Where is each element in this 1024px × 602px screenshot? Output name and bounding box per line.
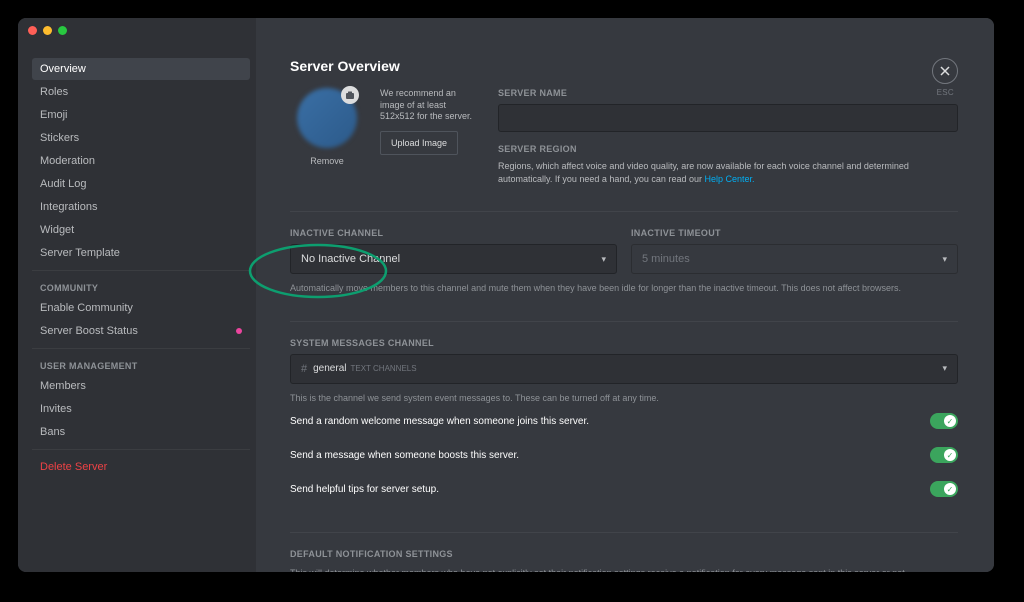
toggle-welcome-message[interactable]: ✓ xyxy=(930,413,958,429)
check-icon: ✓ xyxy=(947,417,954,426)
sidebar-item-delete-server[interactable]: Delete Server xyxy=(32,456,250,478)
section-divider xyxy=(290,211,958,212)
check-icon: ✓ xyxy=(947,451,954,460)
sidebar-section-user-management: USER MANAGEMENT xyxy=(32,355,250,375)
hash-icon: # xyxy=(301,363,307,375)
sidebar-divider xyxy=(32,449,250,450)
settings-sidebar: Overview Roles Emoji Stickers Moderation… xyxy=(18,18,256,572)
sidebar-item-roles[interactable]: Roles xyxy=(32,81,250,103)
notifications-label: DEFAULT NOTIFICATION SETTINGS xyxy=(290,549,958,559)
sidebar-item-moderation[interactable]: Moderation xyxy=(32,150,250,172)
inactive-channel-select[interactable]: No Inactive Channel ▾ xyxy=(290,244,617,274)
close-icon xyxy=(939,65,951,77)
system-messages-label: SYSTEM MESSAGES CHANNEL xyxy=(290,338,958,348)
sidebar-item-members[interactable]: Members xyxy=(32,375,250,397)
inactive-helper: Automatically move members to this chann… xyxy=(290,282,958,295)
upload-avatar-icon[interactable] xyxy=(341,86,359,104)
sidebar-divider xyxy=(32,270,250,271)
server-name-input[interactable] xyxy=(498,104,958,132)
inactive-timeout-label: INACTIVE TIMEOUT xyxy=(631,228,958,238)
sidebar-item-server-boost[interactable]: Server Boost Status xyxy=(32,320,250,342)
sidebar-item-emoji[interactable]: Emoji xyxy=(32,104,250,126)
upload-recommendation: We recommend an image of at least 512x51… xyxy=(380,88,482,123)
chevron-down-icon: ▾ xyxy=(601,254,606,265)
inactive-timeout-select[interactable]: 5 minutes ▾ xyxy=(631,244,958,274)
boost-badge-icon xyxy=(236,328,242,334)
toggle-label-welcome: Send a random welcome message when someo… xyxy=(290,416,589,427)
sidebar-item-overview[interactable]: Overview xyxy=(32,58,250,80)
page-title: Server Overview xyxy=(290,58,958,74)
sidebar-divider xyxy=(32,348,250,349)
section-divider xyxy=(290,321,958,322)
chevron-down-icon: ▾ xyxy=(942,363,947,374)
toggle-label-boost: Send a message when someone boosts this … xyxy=(290,450,519,461)
close-button[interactable] xyxy=(932,58,958,84)
upload-image-button[interactable]: Upload Image xyxy=(380,131,458,155)
close-window-icon[interactable] xyxy=(28,26,37,35)
toggle-boost-message[interactable]: ✓ xyxy=(930,447,958,463)
toggle-label-tips: Send helpful tips for server setup. xyxy=(290,484,439,495)
minimize-window-icon[interactable] xyxy=(43,26,52,35)
sidebar-item-invites[interactable]: Invites xyxy=(32,398,250,420)
sidebar-item-stickers[interactable]: Stickers xyxy=(32,127,250,149)
close-label: ESC xyxy=(937,88,954,97)
inactive-channel-label: INACTIVE CHANNEL xyxy=(290,228,617,238)
system-messages-channel-select[interactable]: # general TEXT CHANNELS ▾ xyxy=(290,354,958,384)
sidebar-item-bans[interactable]: Bans xyxy=(32,421,250,443)
sidebar-item-widget[interactable]: Widget xyxy=(32,219,250,241)
toggle-setup-tips[interactable]: ✓ xyxy=(930,481,958,497)
server-region-text: Regions, which affect voice and video qu… xyxy=(498,160,958,185)
server-name-label: SERVER NAME xyxy=(498,88,958,98)
sidebar-item-server-template[interactable]: Server Template xyxy=(32,242,250,264)
section-divider xyxy=(290,532,958,533)
window-controls[interactable] xyxy=(28,26,67,35)
notifications-text1: This will determine whether members who … xyxy=(290,567,958,572)
content-area: ESC Server Overview Remove We recommend … xyxy=(256,18,994,572)
sidebar-item-enable-community[interactable]: Enable Community xyxy=(32,297,250,319)
maximize-window-icon[interactable] xyxy=(58,26,67,35)
help-center-link[interactable]: Help Center. xyxy=(704,174,754,184)
server-region-label: SERVER REGION xyxy=(498,144,958,154)
sidebar-item-integrations[interactable]: Integrations xyxy=(32,196,250,218)
sidebar-item-audit-log[interactable]: Audit Log xyxy=(32,173,250,195)
remove-avatar-link[interactable]: Remove xyxy=(290,156,364,166)
sidebar-section-community: COMMUNITY xyxy=(32,277,250,297)
system-messages-helper: This is the channel we send system event… xyxy=(290,392,958,405)
check-icon: ✓ xyxy=(947,485,954,494)
chevron-down-icon: ▾ xyxy=(942,254,947,265)
